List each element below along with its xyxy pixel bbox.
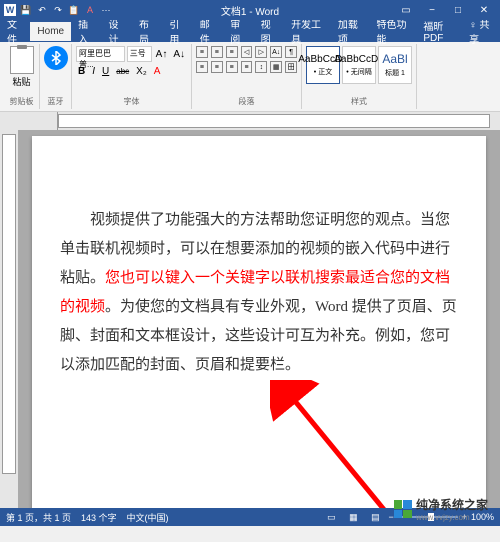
web-layout-icon[interactable]: ▤ (366, 510, 384, 524)
document-body[interactable]: 视频提供了功能强大的方法帮助您证明您的观点。当您单击联机视频时，可以在想要添加的… (60, 206, 458, 380)
paste-icon[interactable] (10, 46, 34, 74)
ribbon-options-icon[interactable]: ▭ (394, 1, 418, 19)
app-title: 文档1 - Word (221, 3, 279, 18)
menu-bar: 文件 Home 插入 设计 布局 引用 邮件 审阅 视图 开发工具 加载项 特色… (0, 20, 500, 42)
horizontal-ruler[interactable] (58, 114, 490, 128)
save-icon[interactable]: 💾 (20, 4, 32, 16)
quick-access-toolbar: W 💾 ↶ ↷ 📋 A ⋯ (4, 4, 112, 16)
bluetooth-icon[interactable] (44, 46, 68, 70)
ruler-corner (18, 112, 58, 130)
ribbon: 粘贴 剪贴板 蓝牙 阿里巴巴普... 三号 A↑ A↓ B I U abc (0, 42, 500, 112)
increase-indent-icon[interactable]: ▷ (255, 46, 267, 58)
window-controls: ▭ − □ ✕ (394, 1, 496, 19)
font-group: 阿里巴巴普... 三号 A↑ A↓ B I U abc X₂ A 字体 (72, 44, 192, 109)
document-page[interactable]: 视频提供了功能强大的方法帮助您证明您的观点。当您单击联机视频时，可以在想要添加的… (32, 136, 486, 508)
justify-icon[interactable]: ≡ (241, 61, 253, 73)
paragraph-group-label: 段落 (196, 96, 297, 107)
watermark: 纯净系统之家 www.vvjzy.com (394, 496, 488, 522)
read-mode-icon[interactable]: ▭ (322, 510, 340, 524)
undo-icon[interactable]: ↶ (36, 4, 48, 16)
paragraph-group: ≡ ≡ ≡ ◁ ▷ A↓ ¶ ≡ ≡ ≡ ≡ ↕ ▦ 田 段落 (192, 44, 302, 109)
font-group-label: 字体 (76, 96, 187, 107)
status-words[interactable]: 143 个字 (81, 511, 117, 524)
strikethrough-button[interactable]: abc (114, 66, 131, 77)
close-icon[interactable]: ✕ (472, 1, 496, 19)
sort-icon[interactable]: A↓ (270, 46, 282, 58)
watermark-icon (394, 500, 412, 518)
ruler-area (0, 112, 500, 130)
watermark-url: www.vvjzy.com (416, 513, 488, 522)
bluetooth-label: 蓝牙 (44, 96, 67, 107)
paste-group: 粘贴 剪贴板 (4, 44, 40, 109)
status-page[interactable]: 第 1 页，共 1 页 (6, 511, 71, 524)
decrease-font-icon[interactable]: A↓ (171, 48, 187, 61)
font-color-button[interactable]: A (152, 65, 163, 78)
title-bar: W 💾 ↶ ↷ 📋 A ⋯ 文档1 - Word ▭ − □ ✕ (0, 0, 500, 20)
font-size-select[interactable]: 三号 (127, 46, 152, 62)
align-right-icon[interactable]: ≡ (226, 61, 238, 73)
subscript-button[interactable]: X₂ (134, 65, 149, 78)
menu-home[interactable]: Home (30, 22, 71, 41)
maximize-icon[interactable]: □ (446, 1, 470, 19)
word-icon: W (4, 4, 16, 16)
show-marks-icon[interactable]: ¶ (285, 46, 297, 58)
text-after-highlight: 。为使您的文档具有专业外观，Word 提供了页眉、页脚、封面和文本框设计，这些设… (60, 299, 457, 373)
shading-icon[interactable]: ▦ (270, 61, 282, 73)
italic-button[interactable]: I (90, 65, 97, 78)
clipboard-group-label: 剪贴板 (8, 96, 35, 107)
print-layout-icon[interactable]: ▦ (344, 510, 362, 524)
underline-button[interactable]: U (100, 65, 111, 78)
style-heading1[interactable]: AaBl 标题 1 (378, 46, 412, 84)
line-spacing-icon[interactable]: ↕ (255, 61, 267, 73)
align-left-icon[interactable]: ≡ (196, 61, 208, 73)
redo-icon[interactable]: ↷ (52, 4, 64, 16)
paste-label[interactable]: 粘贴 (8, 75, 35, 88)
bold-button[interactable]: B (76, 65, 87, 78)
styles-group: AaBbCcDd • 正文 AaBbCcDd • 无间隔 AaBl 标题 1 样… (302, 44, 417, 109)
bluetooth-group: 蓝牙 (40, 44, 72, 109)
qat-icon[interactable]: 📋 (68, 4, 80, 16)
qat-more-icon[interactable]: ⋯ (100, 4, 112, 16)
style-no-spacing[interactable]: AaBbCcDd • 无间隔 (342, 46, 376, 84)
watermark-text: 纯净系统之家 (416, 496, 488, 513)
document-area: 视频提供了功能强大的方法帮助您证明您的观点。当您单击联机视频时，可以在想要添加的… (0, 130, 500, 508)
zoom-out-icon[interactable]: − (388, 512, 393, 522)
font-name-select[interactable]: 阿里巴巴普... (76, 46, 125, 62)
minimize-icon[interactable]: − (420, 1, 444, 19)
decrease-indent-icon[interactable]: ◁ (241, 46, 253, 58)
style-normal[interactable]: AaBbCcDd • 正文 (306, 46, 340, 84)
increase-font-icon[interactable]: A↑ (154, 48, 170, 61)
font-color-icon[interactable]: A (84, 4, 96, 16)
styles-group-label: 样式 (306, 96, 412, 107)
multilevel-icon[interactable]: ≡ (226, 46, 238, 58)
numbering-icon[interactable]: ≡ (211, 46, 223, 58)
page-container: 视频提供了功能强大的方法帮助您证明您的观点。当您单击联机视频时，可以在想要添加的… (18, 130, 500, 508)
align-center-icon[interactable]: ≡ (211, 61, 223, 73)
borders-icon[interactable]: 田 (285, 61, 297, 73)
vertical-ruler[interactable] (2, 134, 16, 474)
vertical-ruler-container (0, 130, 18, 508)
status-lang[interactable]: 中文(中国) (127, 511, 169, 524)
bullets-icon[interactable]: ≡ (196, 46, 208, 58)
